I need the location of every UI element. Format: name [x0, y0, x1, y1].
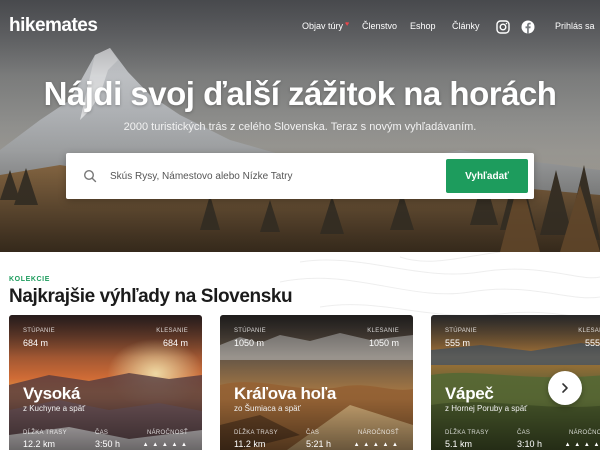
- hike-card-route: z Hornej Poruby a späť: [445, 404, 528, 413]
- chevron-right-icon: [562, 383, 568, 393]
- collection-section: KOLEKCIE Najkrajšie výhľady na Slovensku: [0, 252, 600, 450]
- length-label: DĹŽKA TRASY: [23, 430, 67, 436]
- time-label: ČAS: [517, 430, 531, 436]
- time-label: ČAS: [306, 430, 320, 436]
- top-navigation: hikemates Objav túry ♥ Členstvo Eshop Člá…: [0, 0, 600, 52]
- nav-link-membership[interactable]: Členstvo: [362, 21, 397, 31]
- hike-card-title: Vysoká: [23, 384, 81, 403]
- heart-icon: ♥: [345, 21, 350, 28]
- search-icon: [83, 169, 97, 183]
- descent-label: KLESANIE: [156, 328, 188, 334]
- length-value: 12.2 km: [23, 439, 56, 449]
- section-title: Najkrajšie výhľady na Slovensku: [9, 286, 293, 307]
- hero-subtitle: 2000 turistických trás z celého Slovensk…: [123, 121, 477, 133]
- difficulty-rating: ▲ ▲ ▲ ▲ ▲: [353, 442, 399, 448]
- descent-value: 684 m: [162, 338, 188, 348]
- length-value: 5.1 km: [445, 439, 473, 449]
- search-button[interactable]: Vyhľadať: [446, 159, 528, 193]
- hike-card[interactable]: STÚPANIE 1050 m KLESANIE 1050 m Kráľova …: [220, 315, 413, 450]
- descent-value: 1050 m: [368, 338, 399, 348]
- descent-label: KLESANIE: [578, 328, 600, 334]
- time-label: ČAS: [95, 430, 109, 436]
- section-eyebrow: KOLEKCIE: [9, 276, 50, 283]
- hike-card[interactable]: STÚPANIE 684 m KLESANIE 684 m Vysoká z K…: [9, 315, 202, 450]
- ascent-value: 555 m: [445, 338, 471, 348]
- ascent-label: STÚPANIE: [234, 328, 266, 334]
- facebook-icon[interactable]: [521, 20, 535, 34]
- login-link[interactable]: Prihlás sa: [555, 21, 595, 31]
- ascent-label: STÚPANIE: [23, 328, 55, 334]
- nav-link-explore[interactable]: Objav túry ♥: [302, 21, 349, 31]
- ascent-value: 1050 m: [234, 338, 265, 348]
- difficulty-rating: ▲ ▲ ▲ ▲ ▲: [142, 442, 188, 448]
- search-input[interactable]: [110, 153, 440, 199]
- carousel-next-button[interactable]: [548, 371, 582, 405]
- hike-card-title: Kráľova hoľa: [234, 384, 337, 403]
- difficulty-label: NÁROČNOSŤ: [568, 430, 600, 436]
- length-value: 11.2 km: [234, 439, 266, 449]
- difficulty-label: NÁROČNOSŤ: [146, 430, 188, 436]
- nav-link-articles[interactable]: Články: [452, 21, 480, 31]
- time-value: 3:50 h: [95, 439, 121, 449]
- ascent-value: 684 m: [23, 338, 49, 348]
- time-value: 5:21 h: [306, 439, 332, 449]
- difficulty-rating: ▲ ▲ ▲ ▲ ▲: [564, 442, 600, 448]
- descent-value: 555 m: [584, 338, 600, 348]
- hike-card-route: z Kuchyne a späť: [23, 404, 86, 413]
- length-label: DĹŽKA TRASY: [234, 430, 278, 436]
- nav-link-eshop[interactable]: Eshop: [410, 21, 436, 31]
- descent-label: KLESANIE: [367, 328, 399, 334]
- length-label: DĹŽKA TRASY: [445, 430, 489, 436]
- hero-title: Nájdi svoj ďalší zážitok na horách: [43, 75, 557, 112]
- hike-card-route: zo Šumiaca a späť: [234, 404, 301, 413]
- time-value: 3:10 h: [517, 439, 543, 449]
- difficulty-label: NÁROČNOSŤ: [357, 430, 399, 436]
- logo[interactable]: hikemates: [9, 15, 98, 37]
- nav-link-explore-label: Objav túry: [302, 21, 344, 31]
- search-bar: Vyhľadať: [66, 153, 534, 199]
- hero-section: hikemates Objav túry ♥ Členstvo Eshop Člá…: [0, 0, 600, 252]
- instagram-icon[interactable]: [496, 20, 510, 34]
- hike-card-title: Vápeč: [445, 384, 494, 403]
- ascent-label: STÚPANIE: [445, 328, 477, 334]
